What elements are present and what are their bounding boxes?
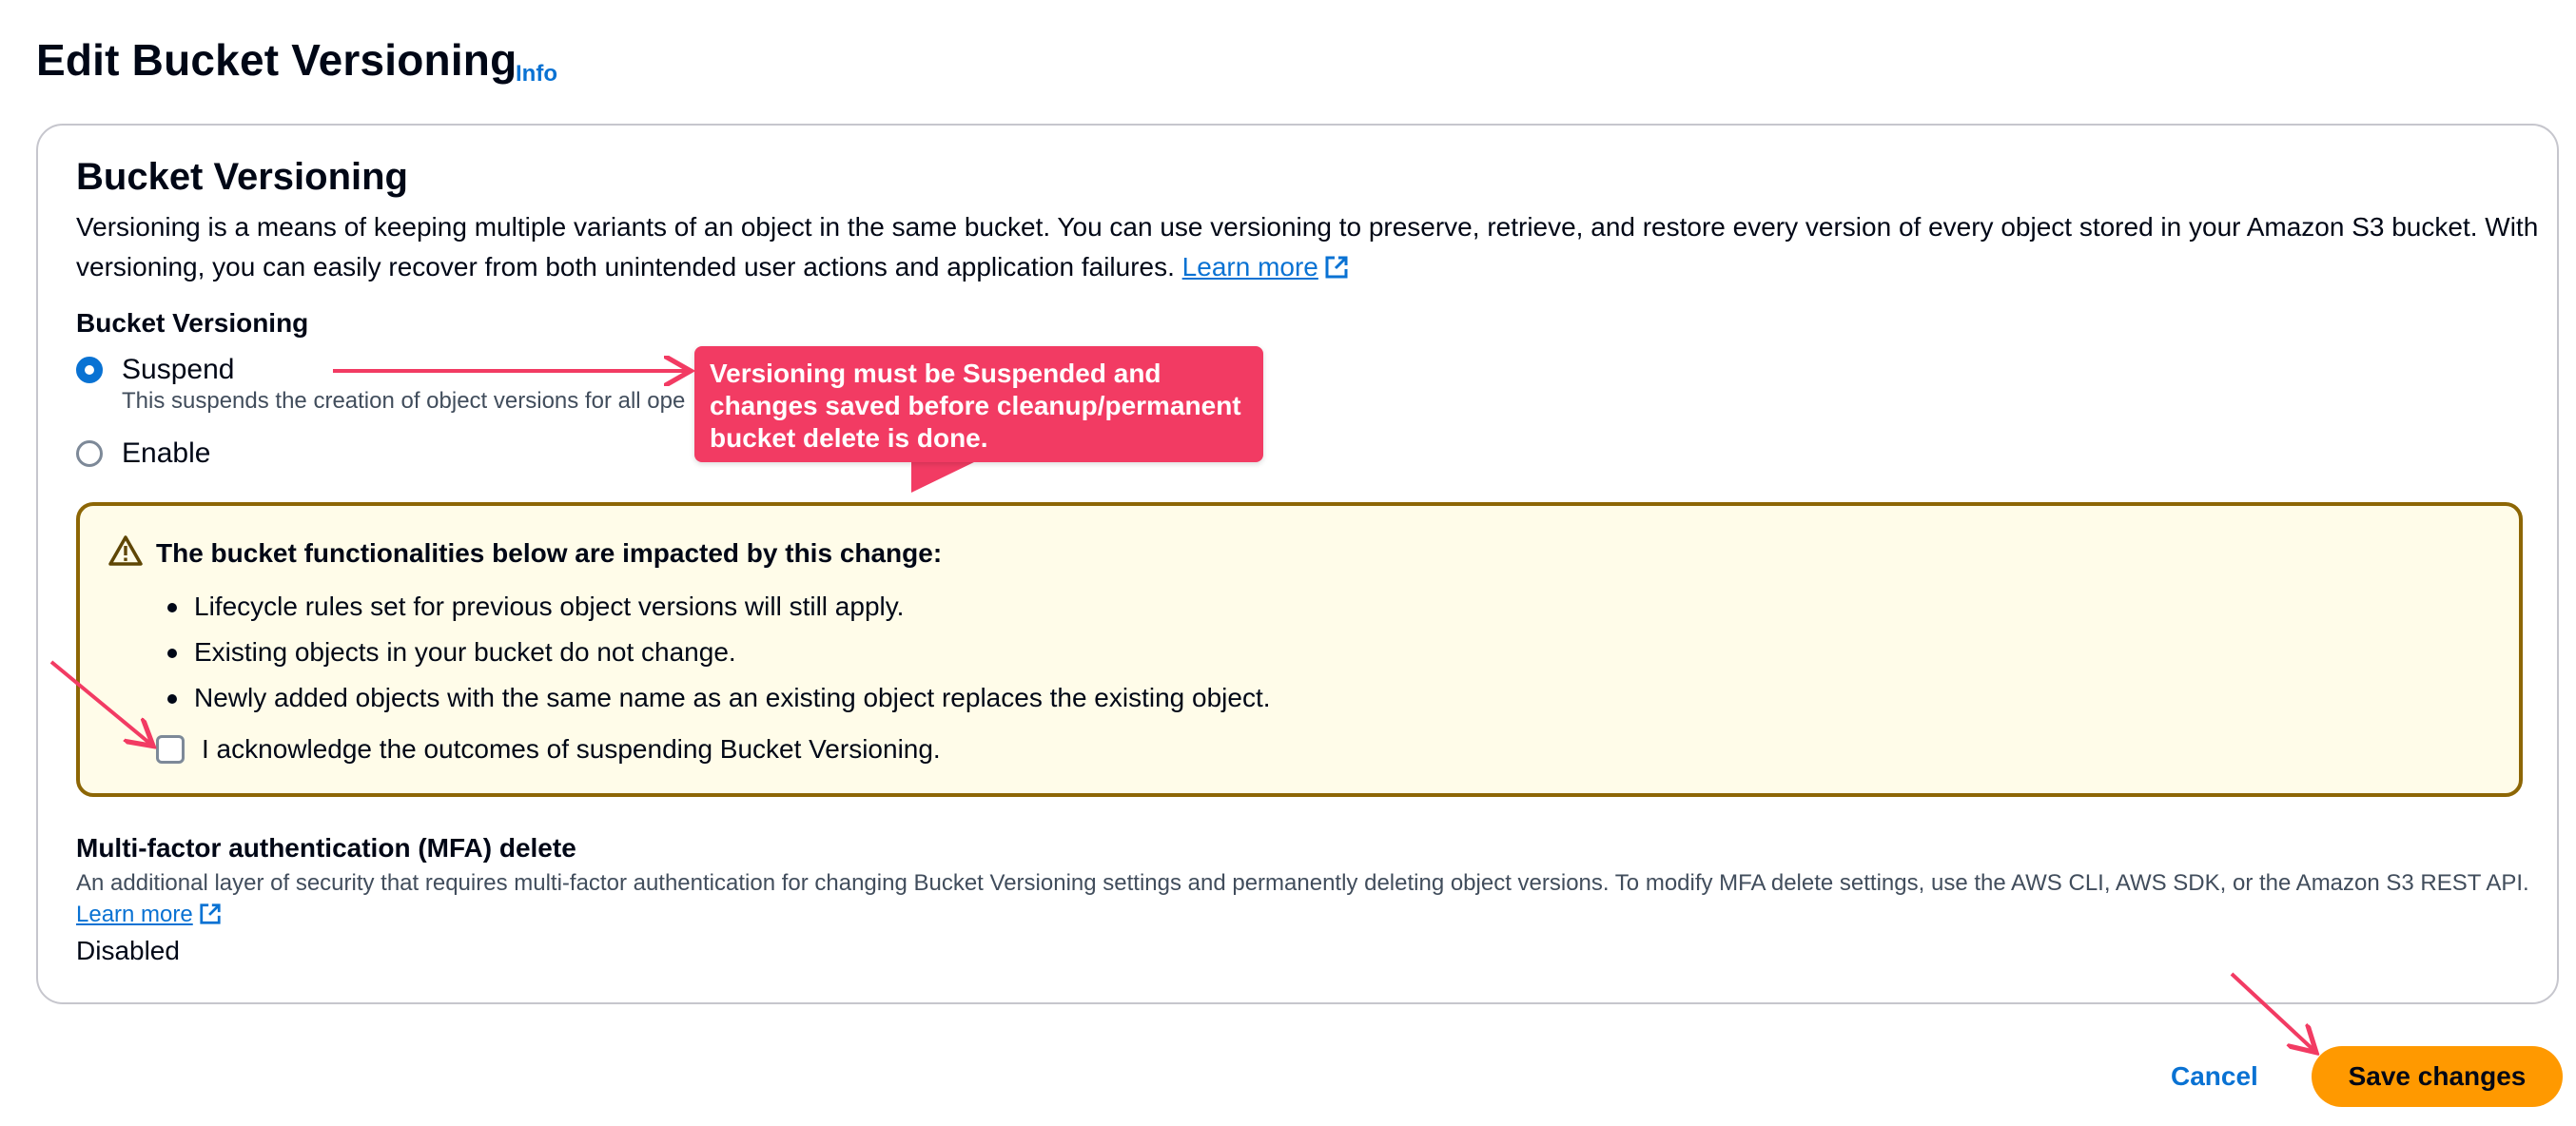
arrow-to-checkbox: [49, 660, 150, 744]
annotation-arrows: [49, 0, 2576, 1126]
arrow-to-save: [2230, 972, 2313, 1050]
